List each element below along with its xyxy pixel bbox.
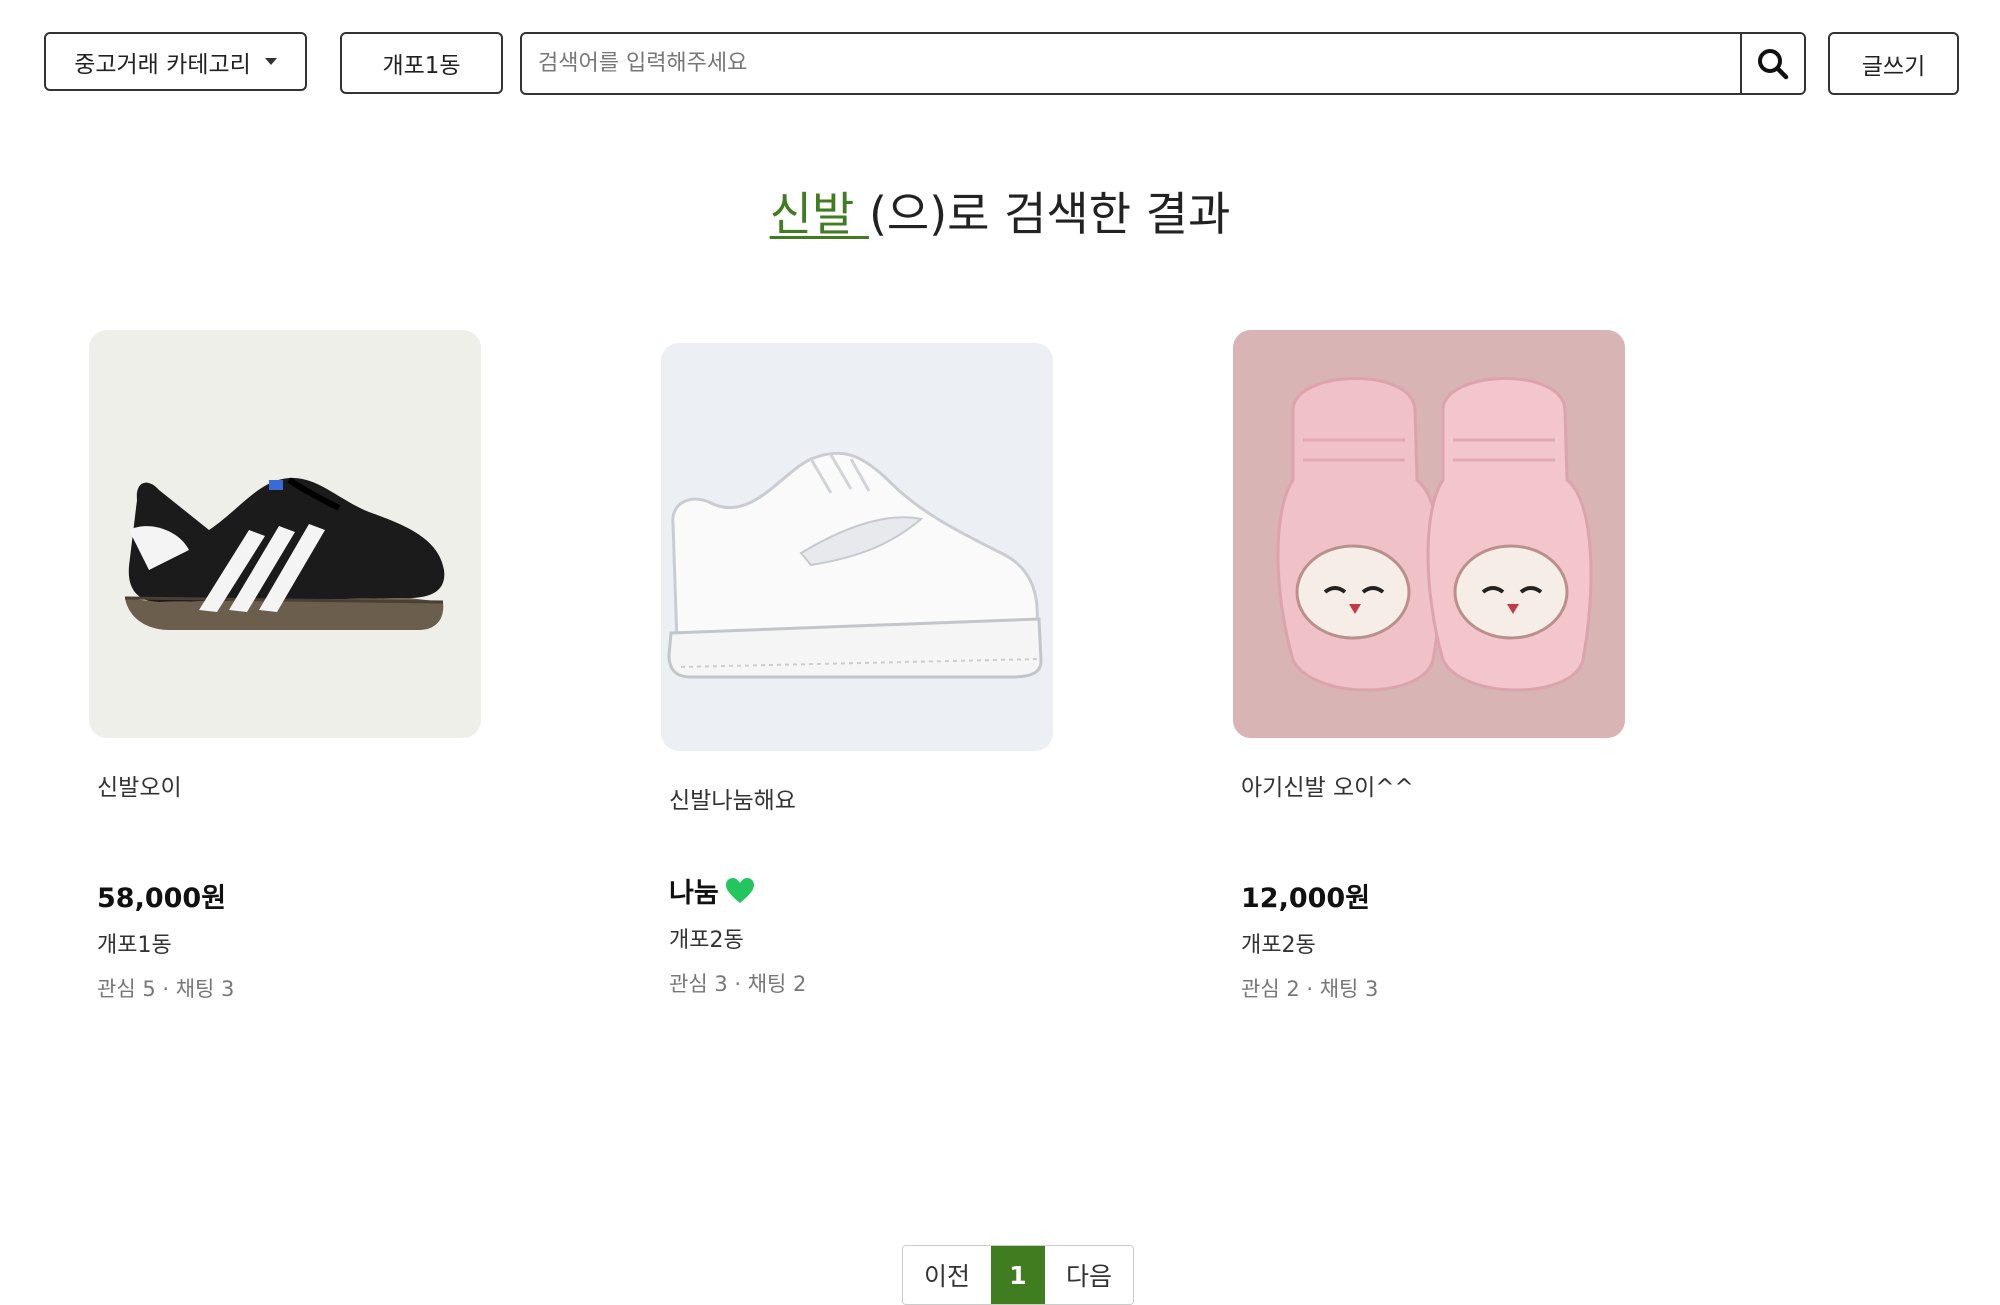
product-price: 12,000원 (1241, 876, 1625, 915)
product-title: 신발나눔해요 (669, 788, 796, 814)
search-keyword: 신발 (769, 187, 869, 241)
product-card[interactable]: 아기신발 오이^^ 12,000원 개포2동 관심 2 · 채팅 3 (1233, 330, 1625, 1003)
location-button[interactable]: 개포1동 (340, 32, 503, 94)
sneaker-image (667, 451, 1043, 679)
product-stats: 관심 3 · 채팅 2 (669, 972, 807, 996)
price-text: 58,000원 (97, 883, 227, 914)
search-input[interactable] (522, 34, 1740, 93)
search-icon (1758, 48, 1789, 79)
search-result-title: 신발 (으)로 검색한 결과 (0, 178, 2000, 244)
product-card[interactable]: 신발나눔해요 나눔 개포2동 관심 3 · 채팅 2 (661, 343, 1053, 998)
product-location: 개포2동 (669, 928, 744, 953)
current-page-button[interactable]: 1 (991, 1246, 1045, 1304)
category-label: 중고거래 카테고리 (74, 51, 251, 78)
caret-down-icon (264, 58, 277, 65)
product-stats: 관심 5 · 채팅 3 (97, 977, 235, 1001)
search-button[interactable] (1740, 34, 1804, 93)
product-price: 58,000원 (97, 876, 481, 915)
pagination: 이전 1 다음 (902, 1245, 1134, 1305)
product-title: 아기신발 오이^^ (1241, 775, 1414, 801)
product-card[interactable]: 신발오이 58,000원 개포1동 관심 5 · 채팅 3 (89, 330, 481, 1003)
write-label: 글쓰기 (1861, 53, 1926, 80)
product-image[interactable] (89, 330, 481, 738)
green-heart-icon (725, 877, 754, 903)
search-result-suffix: (으)로 검색한 결과 (868, 187, 1231, 241)
product-location: 개포1동 (97, 933, 172, 958)
product-image[interactable] (1233, 330, 1625, 738)
product-image[interactable] (661, 343, 1053, 751)
search-bar (520, 32, 1806, 95)
sneaker-image (124, 477, 445, 630)
product-price: 나눔 (669, 871, 1053, 910)
product-location: 개포2동 (1241, 933, 1316, 958)
location-label: 개포1동 (382, 53, 461, 79)
write-button[interactable]: 글쓰기 (1828, 32, 1959, 95)
price-text: 나눔 (669, 878, 719, 909)
price-text: 12,000원 (1241, 883, 1371, 914)
product-title: 신발오이 (97, 775, 182, 801)
product-stats: 관심 2 · 채팅 3 (1241, 977, 1379, 1001)
next-page-button[interactable]: 다음 (1045, 1246, 1133, 1304)
top-bar: 중고거래 카테고리 개포1동 글쓰기 (0, 31, 2000, 95)
prev-page-button[interactable]: 이전 (903, 1246, 991, 1304)
category-dropdown-button[interactable]: 중고거래 카테고리 (44, 32, 307, 91)
baby-booties-image (1233, 330, 1625, 738)
